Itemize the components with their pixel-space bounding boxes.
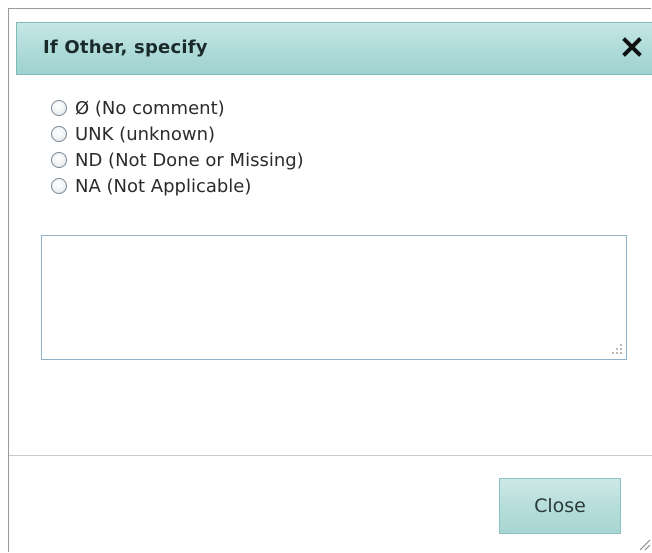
footer-divider: [9, 455, 652, 456]
radio-option-unknown[interactable]: UNK (unknown): [51, 121, 304, 147]
dialog-resize-handle-icon[interactable]: [637, 537, 651, 551]
dialog-titlebar[interactable]: If Other, specify: [16, 22, 652, 75]
comment-textarea[interactable]: [41, 235, 627, 360]
close-x-icon[interactable]: [620, 35, 644, 59]
radio-button[interactable]: [51, 126, 67, 142]
radio-label: NA (Not Applicable): [75, 175, 252, 197]
radio-option-no-comment[interactable]: Ø (No comment): [51, 95, 304, 121]
dialog-title: If Other, specify: [43, 37, 208, 58]
radio-button[interactable]: [51, 100, 67, 116]
radio-label: ND (Not Done or Missing): [75, 149, 304, 171]
close-button[interactable]: Close: [499, 478, 621, 534]
radio-button[interactable]: [51, 178, 67, 194]
radio-option-not-applicable[interactable]: NA (Not Applicable): [51, 173, 304, 199]
radio-option-not-done[interactable]: ND (Not Done or Missing): [51, 147, 304, 173]
option-list: Ø (No comment) UNK (unknown) ND (Not Don…: [51, 95, 304, 199]
radio-label: Ø (No comment): [75, 97, 225, 119]
specify-dialog: If Other, specify Ø (No comment) UNK (un…: [8, 8, 652, 552]
radio-button[interactable]: [51, 152, 67, 168]
textarea-resize-grip-icon[interactable]: [611, 343, 623, 355]
radio-label: UNK (unknown): [75, 123, 216, 145]
